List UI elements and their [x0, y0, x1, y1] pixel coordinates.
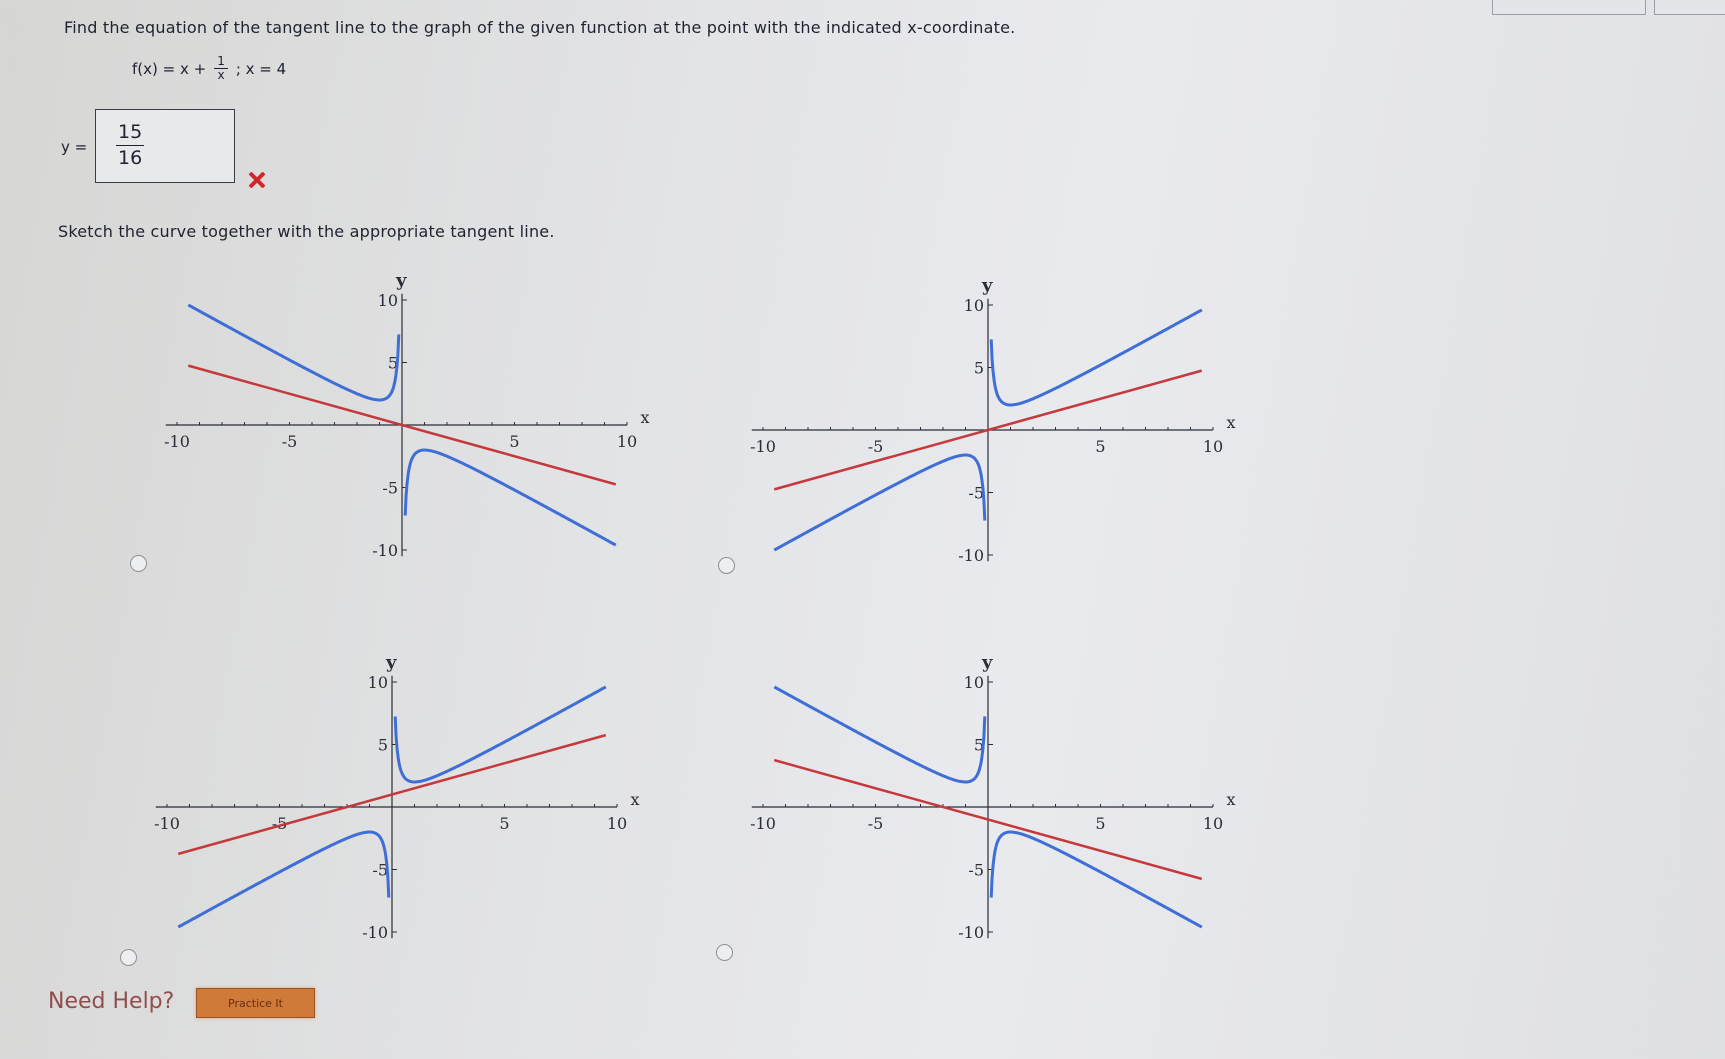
answer-label: y = — [61, 138, 88, 156]
radio-option-b[interactable] — [718, 557, 735, 574]
y-tick-label: -5 — [968, 861, 984, 880]
x-axis-label: x — [1227, 790, 1236, 809]
y-tick-label: 10 — [368, 673, 388, 692]
answer-denominator: 16 — [118, 147, 143, 169]
x-axis-label: x — [641, 408, 650, 427]
x-tick-label: -10 — [164, 432, 190, 451]
x-tick-label: 10 — [1203, 437, 1223, 456]
curve-right-branch — [403, 448, 617, 547]
practice-it-button[interactable]: Practice It — [196, 988, 315, 1018]
y-tick-label: 5 — [974, 359, 984, 378]
x-tick-label: 5 — [509, 432, 519, 451]
curve-right-branch — [989, 830, 1203, 929]
question-prompt: Find the equation of the tangent line to… — [64, 18, 1016, 37]
y-tick-label: -5 — [382, 479, 398, 498]
y-tick-label: -10 — [958, 923, 984, 942]
y-tick-label: -10 — [372, 541, 398, 560]
function-fraction: 1 x — [214, 55, 228, 82]
y-tick-label: -10 — [958, 546, 984, 565]
x-tick-label: -5 — [868, 814, 884, 833]
y-tick-label: 5 — [378, 736, 388, 755]
point-text: ; x = 4 — [235, 59, 287, 78]
toolbar-box-2 — [1654, 0, 1725, 15]
x-tick-label: 10 — [607, 814, 627, 833]
curve-right-branch — [393, 685, 607, 784]
y-tick-label: -10 — [362, 923, 388, 942]
fraction-denominator: x — [217, 68, 225, 82]
graph-option-d: x y -10 -5 5 10 10 5 -5 -10 — [726, 632, 1266, 966]
radio-option-d[interactable] — [716, 944, 733, 961]
y-axis-label: y — [385, 652, 397, 673]
x-tick-label: -5 — [868, 437, 884, 456]
curve-left-branch — [187, 303, 401, 402]
x-tick-label: 5 — [1095, 814, 1105, 833]
curve-left-branch — [773, 453, 987, 552]
y-tick-label: 10 — [964, 673, 984, 692]
x-tick-label: -5 — [282, 432, 298, 451]
radio-option-c[interactable] — [120, 949, 137, 966]
graph-svg: xy-10 -5 5 10105-5-10 — [750, 652, 1236, 942]
x-tick-label: -10 — [750, 814, 776, 833]
radio-option-a[interactable] — [130, 555, 147, 572]
x-tick-label: -10 — [750, 437, 776, 456]
y-axis-label: y — [395, 270, 407, 291]
x-tick-label: 5 — [1095, 437, 1105, 456]
graph-svg: xy-10 -5 5 10105-5-10 — [750, 275, 1236, 565]
function-definition: f(x) = x + 1 x ; x = 4 — [132, 55, 286, 82]
answer-input[interactable]: 15 16 — [95, 109, 235, 183]
x-axis-label: x — [631, 790, 640, 809]
x-tick-label: 5 — [499, 814, 509, 833]
graph-svg: xy-10 -5 5 10105-5-10 — [154, 652, 640, 942]
y-tick-label: 10 — [378, 291, 398, 310]
curve-right-branch — [989, 308, 1203, 407]
y-tick-label: 10 — [964, 296, 984, 315]
x-tick-label: -10 — [154, 814, 180, 833]
answer-numerator: 15 — [116, 120, 145, 146]
graph-svg: xy-10 -5 5 10105-5-10 — [164, 270, 650, 560]
fraction-numerator: 1 — [214, 55, 228, 69]
sketch-prompt: Sketch the curve together with the appro… — [58, 222, 555, 241]
y-axis-label: y — [981, 652, 993, 673]
x-axis-label: x — [1227, 413, 1236, 432]
toolbar-box-1 — [1492, 0, 1646, 15]
y-axis-label: y — [981, 275, 993, 296]
incorrect-x-icon — [245, 168, 269, 192]
graph-option-b: x y -10 -5 5 10 10 5 -5 -10 — [726, 255, 1266, 589]
graph-option-c: x y -10 -5 5 10 10 5 -5 -10 — [130, 632, 670, 966]
need-help-label: Need Help? — [48, 989, 175, 1014]
graph-option-a: x y -10 -5 5 10 10 5 -5 -10 — [140, 250, 680, 584]
answer-fraction: 15 16 — [116, 120, 145, 171]
x-tick-label: 10 — [1203, 814, 1223, 833]
x-tick-label: 10 — [617, 432, 637, 451]
function-lhs: f(x) = x + — [132, 59, 207, 78]
